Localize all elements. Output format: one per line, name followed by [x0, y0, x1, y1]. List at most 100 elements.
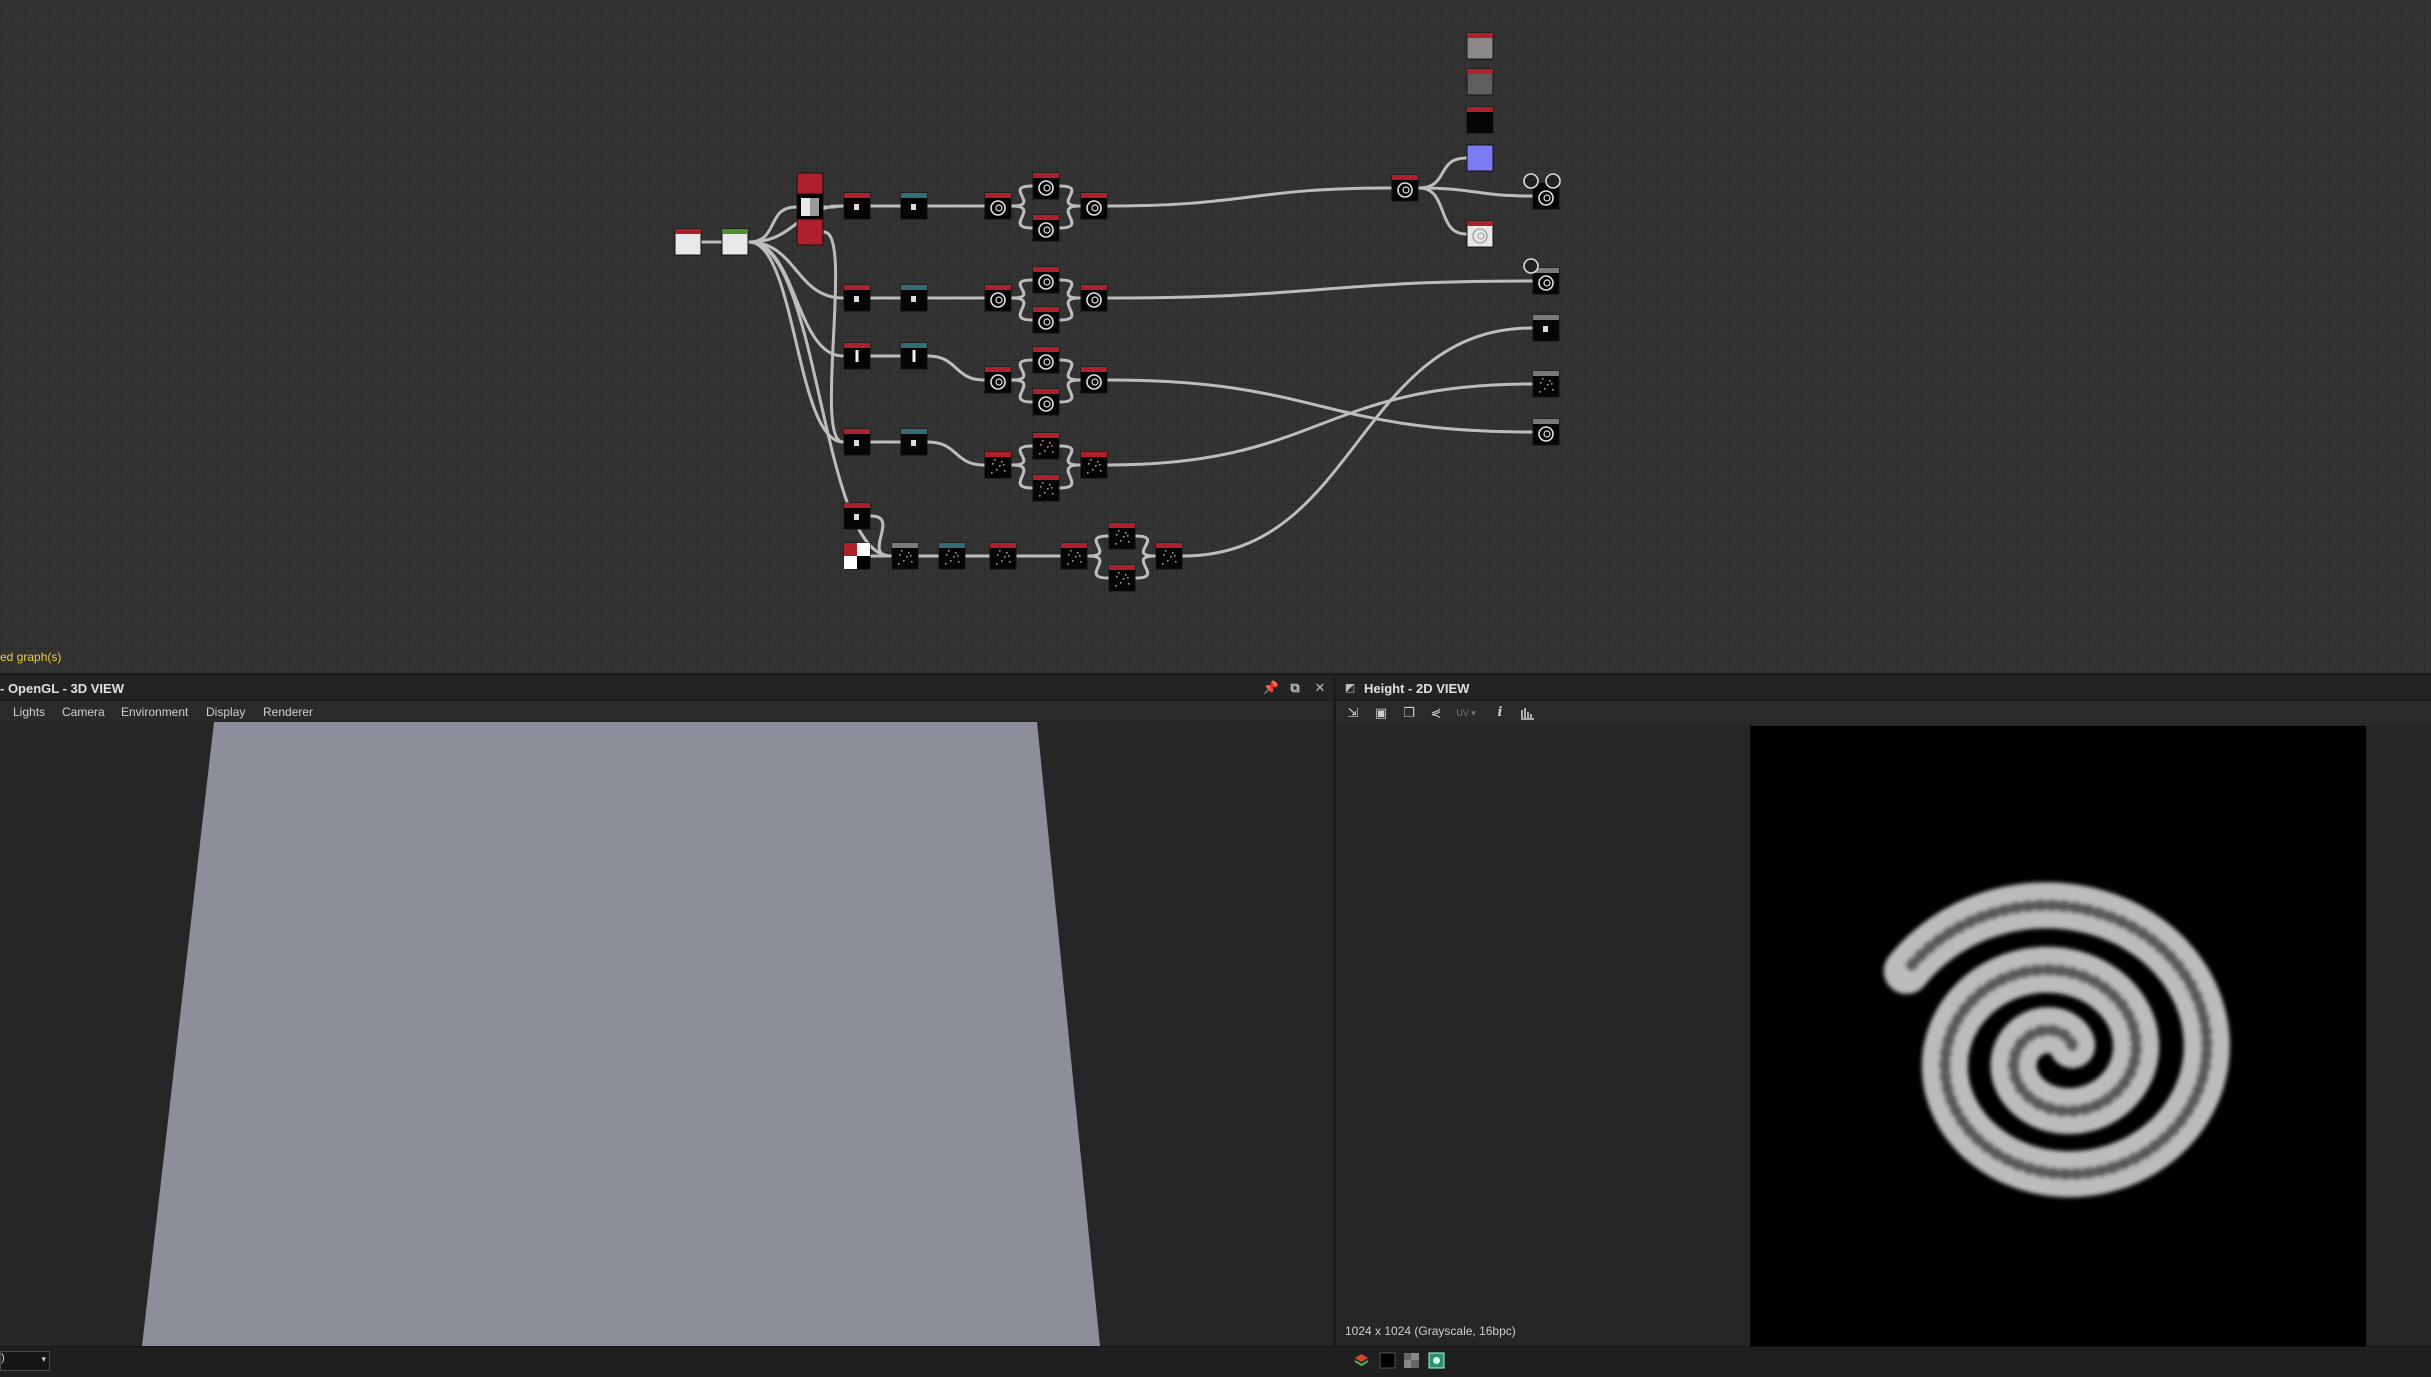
graph-node-r5c[interactable] [989, 542, 1017, 570]
black-background-icon[interactable] [1379, 1352, 1396, 1369]
graph-link [1010, 278, 1034, 300]
graph-node-res2[interactable] [1532, 314, 1560, 342]
graph-node-res3[interactable] [1532, 370, 1560, 398]
graph-node-r3e[interactable] [1032, 388, 1060, 416]
graph-node-out4[interactable] [1466, 220, 1494, 248]
graph-link [1010, 296, 1034, 322]
graph-link [1010, 444, 1034, 467]
graph-link [926, 354, 986, 382]
graph-node-r2c[interactable] [984, 284, 1012, 312]
2d-view-toolbar: ⇲ ▣ ❐ ⋞ UV ▾ i [1336, 701, 2431, 725]
image-info-text: 1024 x 1024 (Grayscale, 16bpc) [1345, 1324, 1516, 1338]
graph-node-in-a[interactable] [674, 228, 702, 256]
graph-node-r3a[interactable] [843, 342, 871, 370]
graph-node-r4b[interactable] [900, 428, 928, 456]
graph-link [1058, 184, 1082, 208]
graph-link [1058, 463, 1082, 490]
3d-view-panel: - OpenGL - 3D VIEW 📌 ⧉ ✕ Lights Camera E… [0, 676, 1333, 1346]
layers-icon[interactable] [1353, 1352, 1370, 1369]
menu-lights[interactable]: Lights [13, 705, 45, 719]
graph-link [1010, 463, 1034, 490]
share-icon[interactable]: ⋞ [1428, 705, 1444, 721]
graph-link [1106, 186, 1393, 208]
graph-node-r1a[interactable] [843, 192, 871, 220]
histogram-icon[interactable] [1519, 705, 1535, 721]
graph-node-r5e[interactable] [1108, 522, 1136, 550]
graph-link [1181, 326, 1534, 558]
graph-node-r5pre[interactable] [843, 502, 871, 530]
2d-view-title-bar: ◩ Height - 2D VIEW [1336, 676, 2431, 701]
pin-icon[interactable]: 📌 [1262, 679, 1280, 697]
chevron-down-icon: ▾ [41, 1354, 46, 1364]
graph-node-out0[interactable] [1466, 32, 1494, 60]
graph-node-r3f[interactable] [1080, 366, 1108, 394]
graph-node-split-bot[interactable] [796, 218, 824, 246]
graph-link [822, 230, 845, 444]
graph-node-r3b[interactable] [900, 342, 928, 370]
graph-node-in-b[interactable] [721, 228, 749, 256]
graph-node-r5d[interactable] [1060, 542, 1088, 570]
close-icon[interactable]: ✕ [1311, 679, 1329, 697]
graph-canvas[interactable] [0, 0, 2431, 673]
uv-dropdown[interactable]: UV ▾ [1452, 705, 1480, 721]
info-icon[interactable]: i [1492, 705, 1508, 721]
graph-node-out2[interactable] [1466, 106, 1494, 134]
copy-icon[interactable]: ❐ [1401, 705, 1417, 721]
image-icon[interactable] [1428, 1352, 1445, 1369]
graph-node-r5b[interactable] [938, 542, 966, 570]
graph-link [1086, 534, 1110, 558]
3d-view-title-bar: - OpenGL - 3D VIEW 📌 ⧉ ✕ [0, 676, 1333, 701]
3d-viewport[interactable] [0, 722, 1333, 1346]
graph-node-r3c[interactable] [984, 366, 1012, 394]
graph-node-r4c[interactable] [984, 451, 1012, 479]
graph-node-r4e[interactable] [1032, 474, 1060, 502]
graph-node-r5a[interactable] [891, 542, 919, 570]
graph-node-r5f[interactable] [1108, 564, 1136, 592]
graph-node-r1f[interactable] [1080, 192, 1108, 220]
graph-node-r5g[interactable] [1155, 542, 1183, 570]
node-graph[interactable]: ed graph(s) [0, 0, 2431, 673]
menu-renderer[interactable]: Renderer [263, 705, 313, 719]
menu-environment[interactable]: Environment [121, 705, 188, 719]
menu-camera[interactable]: Camera [62, 705, 105, 719]
graph-node-r4d[interactable] [1032, 432, 1060, 460]
save-icon[interactable]: ▣ [1373, 705, 1389, 721]
graph-node-r4a[interactable] [843, 428, 871, 456]
graph-nodes[interactable] [674, 32, 1561, 592]
export-icon[interactable]: ⇲ [1345, 705, 1361, 721]
graph-link [1010, 358, 1034, 382]
graph-node-out1[interactable] [1466, 68, 1494, 96]
2d-viewport[interactable]: 1024 x 1024 (Grayscale, 16bpc) [1336, 726, 2431, 1346]
graph-link [1058, 278, 1082, 300]
graph-link [1086, 554, 1110, 580]
graph-node-res1[interactable] [1532, 267, 1560, 295]
graph-link [1058, 358, 1082, 382]
graph-node-r2e[interactable] [1032, 306, 1060, 334]
graph-link [1417, 156, 1468, 190]
preview-plane [142, 722, 1100, 1346]
graph-node-r2a[interactable] [843, 284, 871, 312]
graph-node-r2d[interactable] [1032, 266, 1060, 294]
graph-link [1058, 296, 1082, 322]
graph-node-res4[interactable] [1532, 418, 1560, 446]
graph-link [1058, 204, 1082, 230]
graph-node-out3[interactable] [1466, 144, 1494, 172]
graph-node-r1c[interactable] [984, 192, 1012, 220]
graph-node-r2f[interactable] [1080, 284, 1108, 312]
graph-node-r4f[interactable] [1080, 451, 1108, 479]
graph-node-r1d[interactable] [1032, 172, 1060, 200]
3d-view-menu-bar: Lights Camera Environment Display Render… [0, 701, 1333, 721]
checker-background-icon[interactable] [1403, 1352, 1420, 1369]
graph-node-r1b[interactable] [900, 192, 928, 220]
graph-node-split-mid[interactable] [796, 193, 824, 221]
graph-link [1417, 186, 1468, 236]
graph-node-r1e[interactable] [1032, 214, 1060, 242]
graph-link [1106, 279, 1534, 300]
float-window-icon[interactable]: ⧉ [1286, 679, 1304, 697]
graph-node-r3d[interactable] [1032, 346, 1060, 374]
zoom-select[interactable]: ) ▾ [0, 1351, 50, 1371]
graph-node-r2b[interactable] [900, 284, 928, 312]
menu-display[interactable]: Display [206, 705, 245, 719]
graph-node-blend[interactable] [1391, 174, 1419, 202]
graph-node-r5chk[interactable] [843, 542, 871, 570]
